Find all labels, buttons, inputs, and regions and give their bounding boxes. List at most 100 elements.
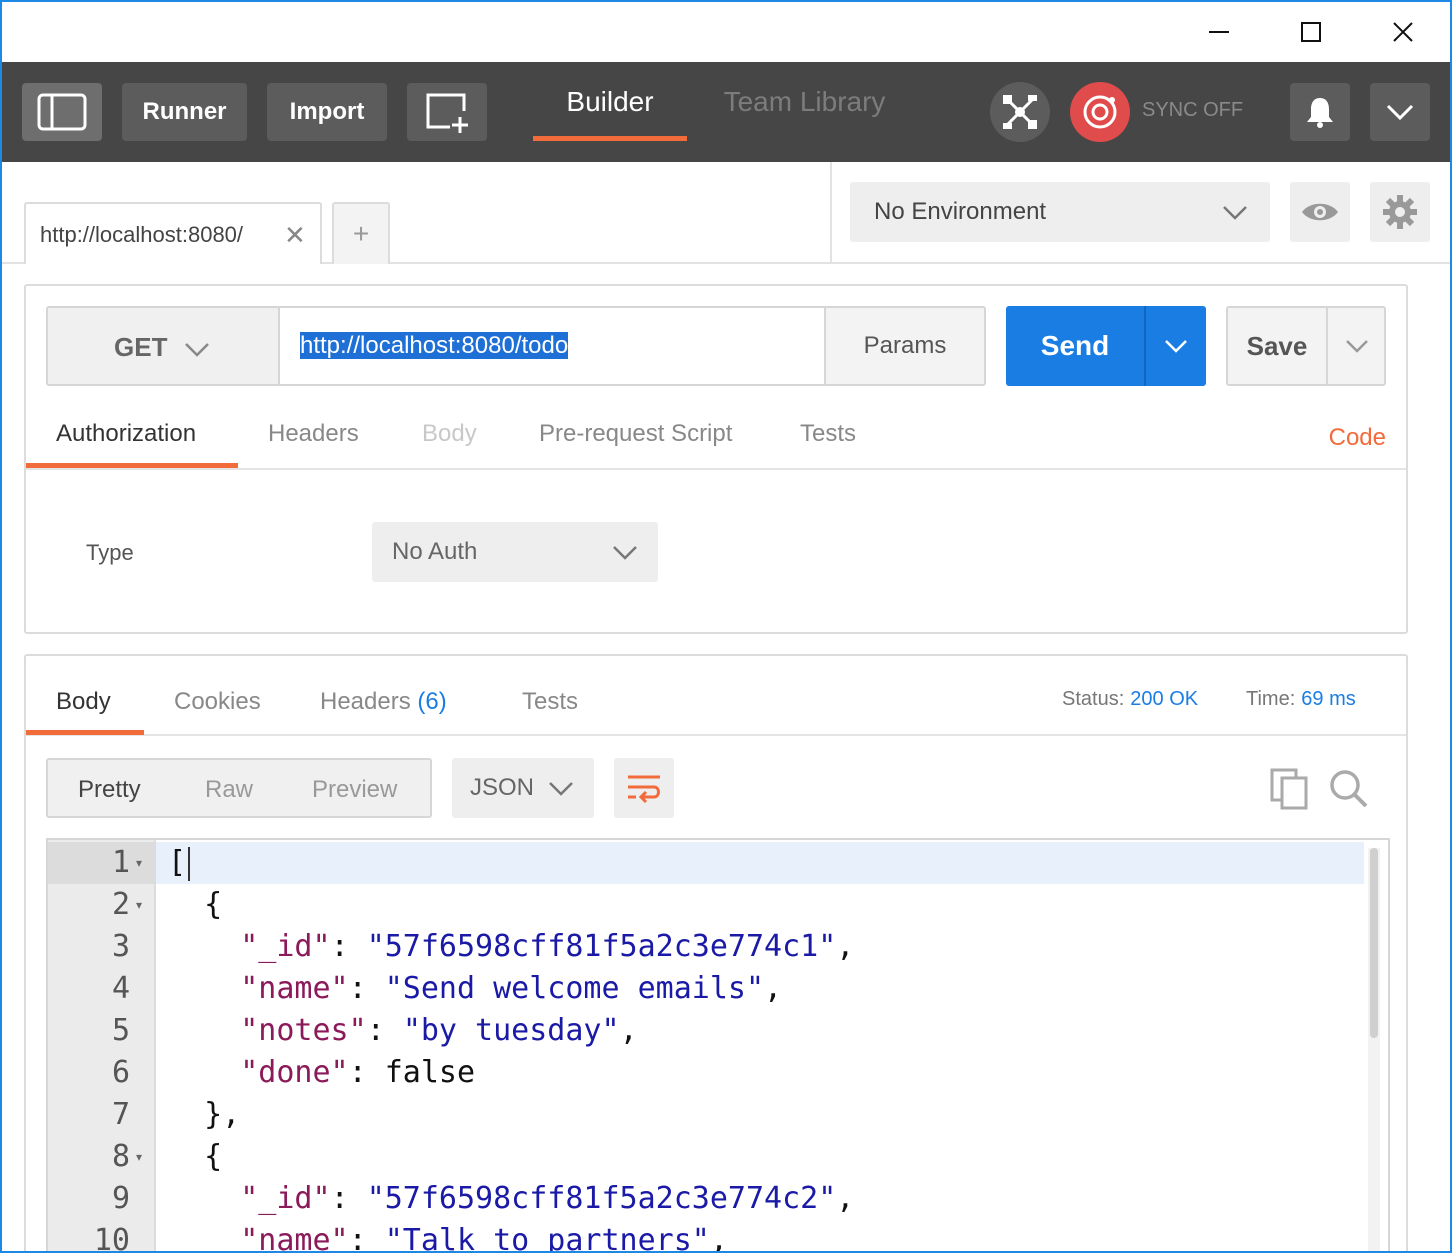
save-options-button[interactable] bbox=[1328, 308, 1386, 384]
chevron-down-icon bbox=[1386, 104, 1414, 121]
json-string: "57f6598cff81f5a2c3e774c1" bbox=[366, 929, 837, 964]
response-headers-label: Headers bbox=[320, 688, 411, 715]
fold-arrow-icon[interactable]: ▾ bbox=[136, 1136, 142, 1178]
time-label: Time: bbox=[1246, 688, 1296, 710]
time-display: Time: 69 ms bbox=[1246, 688, 1356, 711]
environment-label: No Environment bbox=[874, 198, 1047, 225]
close-icon[interactable] bbox=[1380, 12, 1426, 52]
chevron-down-icon bbox=[548, 776, 574, 804]
json-key: "done" bbox=[240, 1055, 349, 1090]
json-string: "Send welcome emails" bbox=[384, 971, 765, 1006]
save-button[interactable]: Save bbox=[1226, 306, 1386, 386]
eye-icon bbox=[1302, 203, 1338, 221]
url-text: http://localhost:8080/todo bbox=[300, 332, 569, 359]
satellite-icon bbox=[1003, 95, 1037, 129]
notifications-button[interactable] bbox=[1290, 83, 1350, 141]
environment-quick-look-button[interactable] bbox=[1290, 182, 1350, 242]
app-window: Runner Import Builder Team Library SYNC … bbox=[0, 0, 1452, 1253]
format-select[interactable]: JSON bbox=[452, 758, 594, 818]
wrap-lines-button[interactable] bbox=[614, 758, 674, 818]
code-brace: { bbox=[204, 1139, 223, 1174]
send-button[interactable]: Send bbox=[1006, 306, 1206, 386]
chevron-down-icon bbox=[184, 334, 210, 365]
line-number: 10 bbox=[93, 1223, 130, 1253]
code-bracket: [ bbox=[168, 845, 187, 880]
manage-environments-button[interactable] bbox=[1370, 182, 1430, 242]
line-number: 2 bbox=[111, 887, 130, 922]
url-bar: GET http://localhost:8080/todo Params bbox=[46, 306, 986, 386]
line-number: 1 bbox=[111, 845, 130, 880]
import-button[interactable]: Import bbox=[267, 83, 387, 141]
active-tab-indicator bbox=[26, 463, 238, 468]
save-label: Save bbox=[1246, 330, 1308, 361]
response-panel: Body Cookies Headers (6) Tests Status: 20… bbox=[24, 654, 1408, 1253]
json-key: "_id" bbox=[240, 929, 331, 964]
gear-icon bbox=[1383, 195, 1417, 229]
params-button[interactable]: Params bbox=[824, 308, 984, 384]
view-pretty[interactable]: Pretty bbox=[78, 776, 141, 804]
view-mode-toggle: Pretty Raw Preview bbox=[46, 758, 432, 818]
search-icon[interactable] bbox=[1328, 768, 1368, 813]
view-preview[interactable]: Preview bbox=[312, 776, 397, 804]
code-line: "_id": "57f6598cff81f5a2c3e774c2", bbox=[240, 1181, 855, 1216]
auth-type-select[interactable]: No Auth bbox=[372, 522, 658, 582]
environment-select[interactable]: No Environment bbox=[850, 182, 1270, 242]
close-tab-icon[interactable]: ✕ bbox=[284, 220, 306, 251]
json-string: "Talk to partners" bbox=[384, 1223, 710, 1253]
toggle-sidebar-button[interactable] bbox=[22, 83, 102, 141]
chevron-down-icon bbox=[612, 540, 638, 568]
copy-icon[interactable] bbox=[1270, 768, 1308, 815]
status-value: 200 OK bbox=[1130, 688, 1199, 710]
code-brace: }, bbox=[204, 1097, 241, 1132]
tab-body[interactable]: Body bbox=[422, 420, 477, 448]
settings-menu-button[interactable] bbox=[1370, 83, 1430, 141]
add-tab-button[interactable]: + bbox=[332, 202, 390, 264]
response-body-editor[interactable]: 1 ▾ 2 ▾ 3 4 5 6 7 8 ▾ 9 10 [ { "_id": "5… bbox=[46, 838, 1390, 1253]
line-number: 6 bbox=[111, 1055, 130, 1090]
generate-code-link[interactable]: Code bbox=[1329, 424, 1386, 452]
tab-builder[interactable]: Builder bbox=[533, 62, 687, 141]
code-line: "done": false bbox=[240, 1055, 476, 1090]
view-raw[interactable]: Raw bbox=[205, 776, 253, 804]
fold-arrow-icon[interactable]: ▾ bbox=[136, 842, 142, 884]
send-label: Send bbox=[1040, 330, 1110, 361]
request-panel: GET http://localhost:8080/todo Params Se… bbox=[24, 284, 1408, 634]
new-window-button[interactable] bbox=[407, 83, 487, 141]
minimize-icon[interactable] bbox=[1196, 12, 1242, 52]
sync-icon bbox=[1083, 95, 1117, 129]
auth-type-value: No Auth bbox=[392, 538, 478, 565]
vertical-scrollbar[interactable] bbox=[1368, 848, 1380, 1251]
json-key: "_id" bbox=[240, 1181, 331, 1216]
code-line: "name": "Send welcome emails", bbox=[240, 971, 783, 1006]
tab-test-results[interactable]: Tests bbox=[522, 688, 578, 716]
line-number: 9 bbox=[111, 1181, 130, 1216]
method-select[interactable]: GET bbox=[48, 308, 280, 384]
tab-cookies[interactable]: Cookies bbox=[174, 688, 261, 716]
wrap-icon bbox=[628, 775, 660, 803]
send-options-button[interactable] bbox=[1146, 306, 1206, 386]
chevron-down-icon bbox=[1165, 340, 1187, 353]
tab-response-headers[interactable]: Headers (6) bbox=[320, 688, 447, 716]
interceptor-button[interactable] bbox=[990, 82, 1050, 142]
tab-pre-request-script[interactable]: Pre-request Script bbox=[539, 420, 732, 448]
sync-button[interactable] bbox=[1070, 82, 1130, 142]
request-tab-label: http://localhost:8080/ bbox=[40, 222, 244, 247]
json-key: "name" bbox=[240, 971, 349, 1006]
maximize-icon[interactable] bbox=[1288, 12, 1334, 52]
scrollbar-thumb[interactable] bbox=[1370, 848, 1378, 1038]
tab-authorization[interactable]: Authorization bbox=[56, 420, 196, 448]
headers-count: (6) bbox=[417, 688, 447, 715]
response-tabs: Body Cookies Headers (6) Tests Status: 20… bbox=[26, 656, 1406, 736]
runner-button[interactable]: Runner bbox=[122, 83, 247, 141]
tab-team-library[interactable]: Team Library bbox=[707, 62, 902, 141]
tab-headers[interactable]: Headers bbox=[268, 420, 359, 448]
active-tab-indicator bbox=[26, 730, 144, 735]
tab-tests[interactable]: Tests bbox=[800, 420, 856, 448]
request-subtabs: Authorization Headers Body Pre-request S… bbox=[26, 406, 1406, 470]
url-input[interactable]: http://localhost:8080/todo bbox=[300, 332, 569, 360]
tab-response-body[interactable]: Body bbox=[56, 688, 111, 716]
json-boolean: false bbox=[384, 1055, 476, 1090]
fold-arrow-icon[interactable]: ▾ bbox=[136, 884, 142, 926]
line-number: 5 bbox=[111, 1013, 130, 1048]
request-tab[interactable]: http://localhost:8080/ ✕ bbox=[24, 202, 322, 264]
